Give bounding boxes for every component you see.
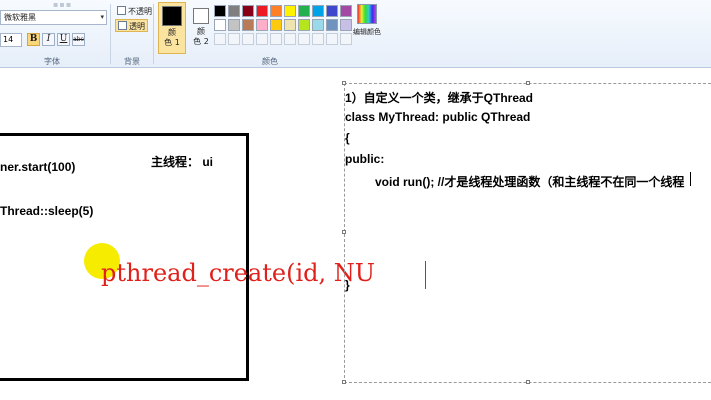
palette-swatch[interactable] (270, 19, 282, 31)
font-size-select[interactable]: 14 (0, 33, 22, 47)
custom-color-slot[interactable] (298, 33, 310, 45)
text-box-frame[interactable] (344, 83, 711, 383)
colors-group-label: 颜色 (262, 57, 278, 66)
custom-color-slot[interactable] (284, 33, 296, 45)
textbox-line-4: public: (345, 152, 385, 166)
palette-swatch[interactable] (242, 19, 254, 31)
textbox-line-1: 1）自定义一个类，继承于QThread (345, 91, 534, 105)
textbox-line-3: { (345, 131, 350, 145)
italic-glyph: I (46, 34, 51, 44)
resize-handle[interactable] (342, 81, 346, 85)
palette-swatch[interactable] (284, 5, 296, 17)
palette-swatch[interactable] (242, 5, 254, 17)
timer-start-note: ner.start(100) (0, 160, 76, 174)
ribbon-toolbar: ▪▪▪ 微软雅黑 ▾ 14 B I U abc 字体 不透明 透明 背景 颜 色… (0, 0, 711, 68)
custom-color-slot[interactable] (242, 33, 254, 45)
custom-color-slot[interactable] (326, 33, 338, 45)
opaque-option[interactable]: 不透明 (115, 5, 152, 18)
color-2-label-top: 颜 (197, 27, 205, 36)
custom-color-slot[interactable] (270, 33, 282, 45)
font-family-value: 微软雅黑 (4, 13, 36, 22)
color-2-button[interactable]: 颜 色 2 (189, 2, 213, 54)
palette-swatch[interactable] (256, 19, 268, 31)
resize-handle[interactable] (526, 81, 530, 85)
color-2-label-bottom: 色 2 (193, 37, 209, 46)
font-group-label: 字体 (44, 57, 60, 66)
textbox-line-5: void run(); //才是线程处理函数（和主线程不在同一个线程 (375, 175, 685, 189)
textbox-line-6: } (345, 278, 350, 292)
edit-colors-button[interactable]: 编辑颜色 (350, 4, 384, 37)
color-1-swatch (162, 6, 182, 26)
textbox-caret (690, 172, 691, 186)
color-1-button[interactable]: 颜 色 1 (158, 2, 186, 54)
palette-swatch[interactable] (312, 5, 324, 17)
custom-color-slot[interactable] (228, 33, 240, 45)
font-size-value: 14 (3, 35, 14, 44)
palette-swatch[interactable] (228, 5, 240, 17)
palette-swatch[interactable] (312, 19, 324, 31)
bold-button[interactable]: B (27, 33, 40, 46)
edit-colors-label: 编辑颜色 (353, 28, 381, 36)
palette-swatch[interactable] (298, 19, 310, 31)
palette-swatch[interactable] (326, 19, 338, 31)
palette-swatch[interactable] (298, 5, 310, 17)
palette-swatch[interactable] (270, 5, 282, 17)
underline-button[interactable]: U (57, 33, 70, 46)
main-thread-note: 主线程： ui (151, 155, 213, 169)
color-spectrum-icon (357, 4, 377, 24)
italic-button[interactable]: I (42, 33, 55, 46)
palette-swatch[interactable] (214, 19, 226, 31)
palette-swatch[interactable] (228, 19, 240, 31)
resize-handle[interactable] (342, 380, 346, 384)
group-divider (153, 4, 154, 64)
font-family-select[interactable]: 微软雅黑 ▾ (0, 10, 107, 25)
palette-swatch[interactable] (256, 5, 268, 17)
transparent-label: 透明 (129, 22, 145, 31)
textbox-line-2: class MyThread: public QThread (345, 110, 531, 124)
custom-color-slot[interactable] (256, 33, 268, 45)
quick-access-dots-icon[interactable]: ▪▪▪ (53, 0, 72, 9)
custom-color-slot[interactable] (312, 33, 324, 45)
palette-swatch[interactable] (284, 19, 296, 31)
transparent-icon (118, 21, 127, 30)
palette-swatch[interactable] (326, 5, 338, 17)
color-1-label-top: 颜 (168, 28, 176, 37)
strike-glyph: abc (73, 36, 84, 43)
custom-color-slot[interactable] (214, 33, 226, 45)
transparent-option[interactable]: 透明 (115, 19, 148, 32)
opaque-label: 不透明 (128, 7, 152, 16)
chevron-down-icon: ▾ (100, 13, 104, 21)
resize-handle[interactable] (342, 230, 346, 234)
sleep-note: Thread::sleep(5) (0, 204, 94, 218)
color-1-label-bottom: 色 1 (164, 38, 180, 47)
pthread-create-text: pthread_create(id, NU (101, 259, 375, 287)
underline-glyph: U (59, 34, 68, 44)
bold-glyph: B (29, 34, 38, 44)
strikethrough-button[interactable]: abc (72, 33, 85, 46)
color-2-swatch (193, 8, 209, 24)
group-divider (110, 4, 111, 64)
opaque-icon (117, 6, 126, 15)
palette-swatch[interactable] (214, 5, 226, 17)
background-group-label: 背景 (124, 57, 140, 66)
resize-handle[interactable] (526, 380, 530, 384)
